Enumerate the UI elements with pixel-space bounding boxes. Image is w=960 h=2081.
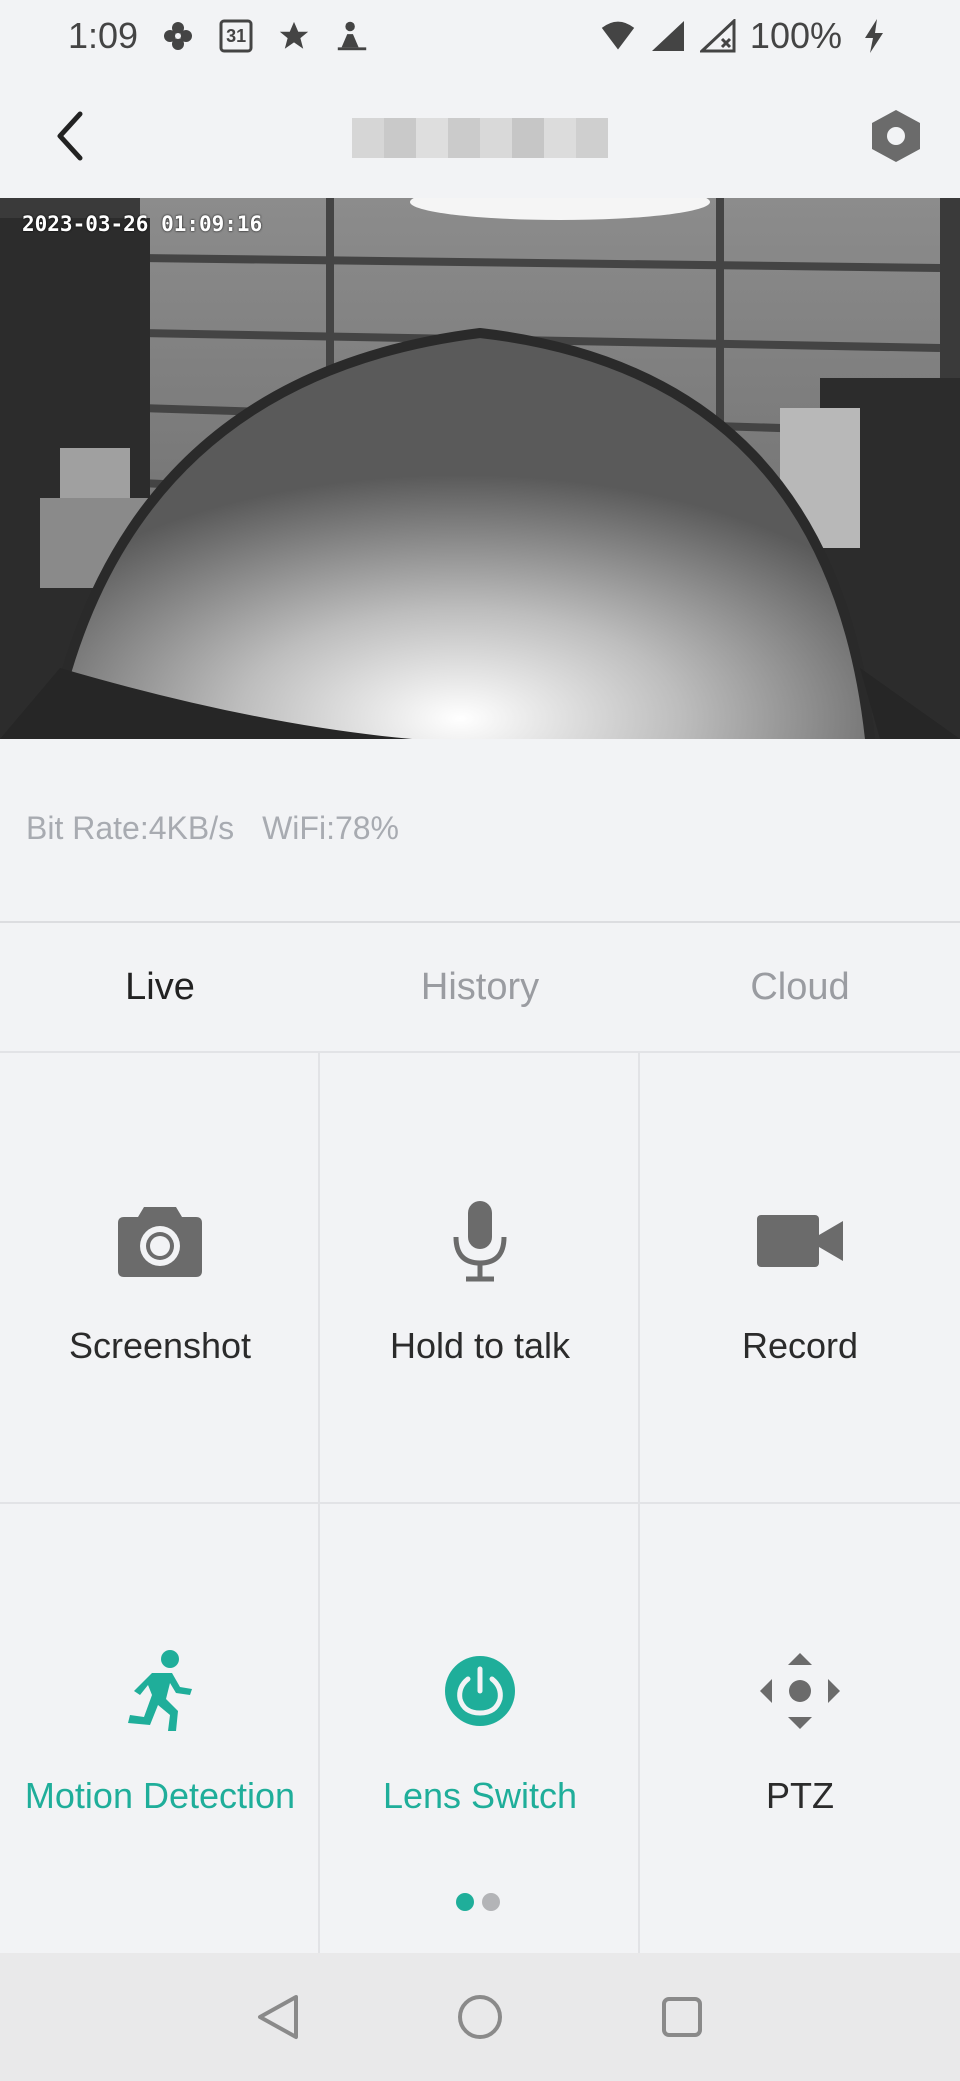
bit-rate-text: Bit Rate:4KB/s <box>26 810 235 846</box>
calendar-day: 31 <box>226 25 247 46</box>
nav-back-button[interactable] <box>252 1991 304 2043</box>
camera-icon <box>112 1193 208 1289</box>
camera-timestamp: 2023-03-26 01:09:16 <box>22 212 263 236</box>
mode-tabs: Live History Cloud <box>0 923 960 1051</box>
video-camera-icon <box>752 1193 848 1289</box>
fan-icon <box>160 18 196 54</box>
lens-switch-label: Lens Switch <box>382 1775 578 1816</box>
wifi-strength-text: WiFi:78% <box>262 810 399 846</box>
grid-divider <box>0 1502 960 1504</box>
record-button[interactable]: Record <box>640 1053 960 1503</box>
screenshot-label: Screenshot <box>68 1325 252 1366</box>
device-name-obscured <box>352 118 608 158</box>
action-grid: Screenshot Hold to talk Record Motion De… <box>0 1053 960 1953</box>
motion-detection-button[interactable]: Motion Detection <box>0 1503 320 1953</box>
hexagon-settings-icon <box>872 110 920 162</box>
person-notification-icon <box>334 18 370 54</box>
hold-to-talk-button[interactable]: Hold to talk <box>320 1053 640 1503</box>
signal-no-data-icon <box>699 18 736 54</box>
record-label: Record <box>741 1325 859 1366</box>
ptz-arrows-icon <box>752 1643 848 1739</box>
motion-detection-label: Motion Detection <box>24 1775 296 1816</box>
settings-button[interactable] <box>868 108 924 164</box>
status-time: 1:09 <box>68 15 139 56</box>
page-dot-active <box>456 1893 474 1911</box>
nav-home-button[interactable] <box>454 1991 506 2043</box>
hold-to-talk-label: Hold to talk <box>389 1325 571 1366</box>
wifi-icon <box>600 18 636 54</box>
power-icon <box>432 1643 528 1739</box>
system-nav-bar <box>0 1953 960 2081</box>
nav-recents-button[interactable] <box>656 1991 708 2043</box>
tab-cloud[interactable]: Cloud <box>640 923 960 1051</box>
status-bar: 1:09 31 100% <box>0 0 960 72</box>
chevron-left-icon <box>57 111 83 161</box>
square-recents-icon <box>662 1997 702 2037</box>
page-indicator <box>456 1893 500 1911</box>
running-person-icon <box>112 1643 208 1739</box>
tab-live[interactable]: Live <box>0 923 320 1051</box>
ptz-label: PTZ <box>766 1775 834 1816</box>
camera-live-view[interactable]: 2023-03-26 01:09:16 <box>0 198 960 739</box>
circle-home-icon <box>458 1995 502 2039</box>
battery-percent: 100% <box>749 15 842 56</box>
calendar-icon: 31 <box>218 18 254 54</box>
screenshot-button[interactable]: Screenshot <box>0 1053 320 1503</box>
page-dot <box>482 1893 500 1911</box>
back-button[interactable] <box>40 106 100 166</box>
charging-bolt-icon <box>856 18 892 54</box>
signal-icon <box>650 18 686 54</box>
microphone-icon <box>432 1193 528 1289</box>
app-bar <box>0 72 960 200</box>
ptz-button[interactable]: PTZ <box>640 1503 960 1953</box>
tab-history[interactable]: History <box>320 923 640 1051</box>
lens-switch-button[interactable]: Lens Switch <box>320 1503 640 1953</box>
star-icon <box>276 18 312 54</box>
camera-frame-image <box>0 198 960 739</box>
stream-stats: Bit Rate:4KB/s WiFi:78% <box>26 810 399 847</box>
triangle-back-icon <box>258 1995 298 2039</box>
